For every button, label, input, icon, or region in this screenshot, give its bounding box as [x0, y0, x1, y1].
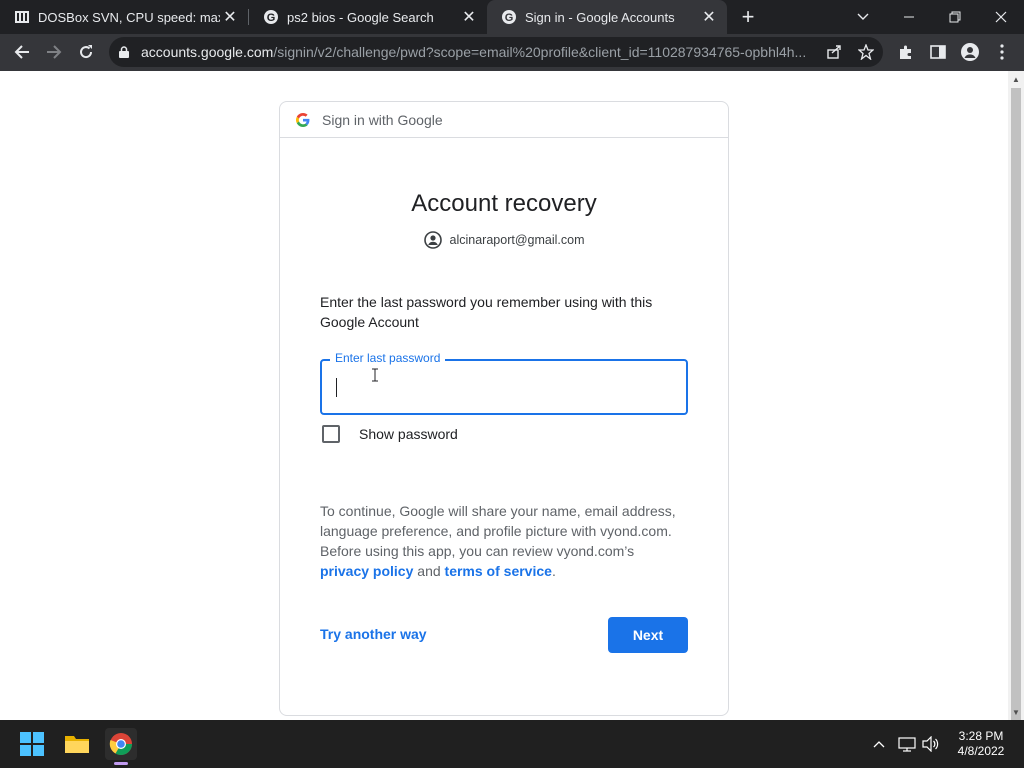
chrome-taskbar-icon[interactable]	[105, 728, 137, 760]
card-header: Sign in with Google	[280, 102, 728, 138]
windows-start-icon[interactable]	[16, 728, 48, 760]
lock-icon[interactable]	[119, 46, 131, 58]
and-text: and	[417, 563, 441, 579]
tab-title: DOSBox SVN, CPU speed: max 10	[38, 9, 220, 25]
share-icon[interactable]	[820, 38, 848, 66]
address-bar[interactable]: accounts.google.com/signin/v2/challenge/…	[109, 37, 883, 67]
text-caret	[336, 378, 337, 397]
tab-ps2-bios[interactable]: G ps2 bios - Google Search ✕	[249, 0, 487, 34]
url-host: accounts.google.com	[141, 44, 274, 60]
scroll-thumb[interactable]	[1011, 88, 1021, 720]
tab-strip: DOSBox SVN, CPU speed: max 10 ✕ G ps2 bi…	[0, 0, 1024, 34]
minimize-icon[interactable]	[886, 0, 932, 34]
page-title: Account recovery	[411, 190, 597, 217]
tab-dosbox[interactable]: DOSBox SVN, CPU speed: max 10 ✕	[0, 0, 248, 34]
scroll-up-arrow-icon[interactable]: ▲	[1012, 75, 1020, 84]
windows-taskbar: 3:28 PM 4/8/2022	[0, 720, 1024, 768]
page-viewport: Sign in with Google Account recovery alc…	[0, 71, 1008, 720]
forward-arrow-icon[interactable]	[40, 38, 68, 66]
terms-of-service-link[interactable]: terms of service	[445, 563, 552, 579]
file-explorer-icon[interactable]	[61, 728, 93, 760]
tab-title: ps2 bios - Google Search	[287, 9, 434, 25]
account-email: alcinaraport@gmail.com	[449, 233, 585, 247]
card-header-title: Sign in with Google	[322, 111, 443, 128]
period-text: .	[551, 563, 556, 579]
tab-close-icon[interactable]: ✕	[699, 7, 719, 27]
clock-date: 4/8/2022	[957, 744, 1005, 758]
signin-card: Sign in with Google Account recovery alc…	[279, 101, 729, 716]
google-logo-icon	[296, 112, 310, 127]
url-text: accounts.google.com/signin/v2/challenge/…	[141, 44, 821, 60]
tab-sign-in[interactable]: G Sign in - Google Accounts ✕	[487, 0, 727, 34]
profile-avatar-icon[interactable]	[956, 38, 984, 66]
tab-search-chevron-icon[interactable]	[840, 0, 886, 34]
system-clock[interactable]: 3:28 PM 4/8/2022	[946, 729, 1016, 759]
show-hidden-icons-chevron-icon[interactable]	[869, 734, 889, 754]
tab-close-icon[interactable]: ✕	[220, 7, 240, 27]
close-window-icon[interactable]	[978, 0, 1024, 34]
next-button[interactable]: Next	[608, 617, 688, 653]
active-app-indicator	[114, 762, 128, 765]
disclaimer-text: To continue, Google will share your name…	[320, 503, 676, 559]
browser-toolbar: accounts.google.com/signin/v2/challenge/…	[0, 34, 1024, 71]
side-panel-icon[interactable]	[924, 38, 952, 66]
google-favicon-icon: G	[263, 9, 279, 25]
more-menu-icon[interactable]	[988, 38, 1016, 66]
account-chip[interactable]: alcinaraport@gmail.com	[280, 231, 728, 249]
clock-time: 3:28 PM	[958, 729, 1004, 743]
back-arrow-icon[interactable]	[8, 38, 36, 66]
google-favicon-icon: G	[501, 9, 517, 25]
show-password-label[interactable]: Show password	[359, 426, 458, 442]
privacy-policy-link[interactable]: privacy policy	[320, 563, 413, 579]
dosbox-favicon-icon	[14, 9, 30, 25]
tab-close-icon[interactable]: ✕	[459, 7, 479, 27]
scroll-down-arrow-icon[interactable]: ▼	[1012, 708, 1020, 717]
ibeam-cursor-icon	[372, 368, 378, 382]
volume-icon[interactable]	[921, 734, 941, 754]
extensions-puzzle-icon[interactable]	[892, 38, 920, 66]
instruction-text: Enter the last password you remember usi…	[320, 294, 653, 330]
network-icon[interactable]	[897, 734, 917, 754]
restore-icon[interactable]	[932, 0, 978, 34]
reload-icon[interactable]	[72, 38, 100, 66]
account-circle-icon	[423, 231, 442, 249]
bookmark-star-icon[interactable]	[852, 38, 880, 66]
vertical-scrollbar[interactable]: ▲ ▼	[1008, 71, 1024, 720]
svg-text:G: G	[505, 12, 514, 24]
data-sharing-disclaimer: To continue, Google will share your name…	[320, 501, 690, 581]
new-tab-plus-icon[interactable]: +	[736, 4, 760, 29]
svg-text:G: G	[267, 12, 276, 24]
show-password-checkbox[interactable]	[322, 425, 340, 443]
url-path: /signin/v2/challenge/pwd?scope=email%20p…	[273, 44, 807, 60]
try-another-way-button[interactable]: Try another way	[320, 626, 427, 642]
tab-title: Sign in - Google Accounts	[525, 9, 675, 25]
show-password-row[interactable]: Show password	[322, 425, 458, 443]
